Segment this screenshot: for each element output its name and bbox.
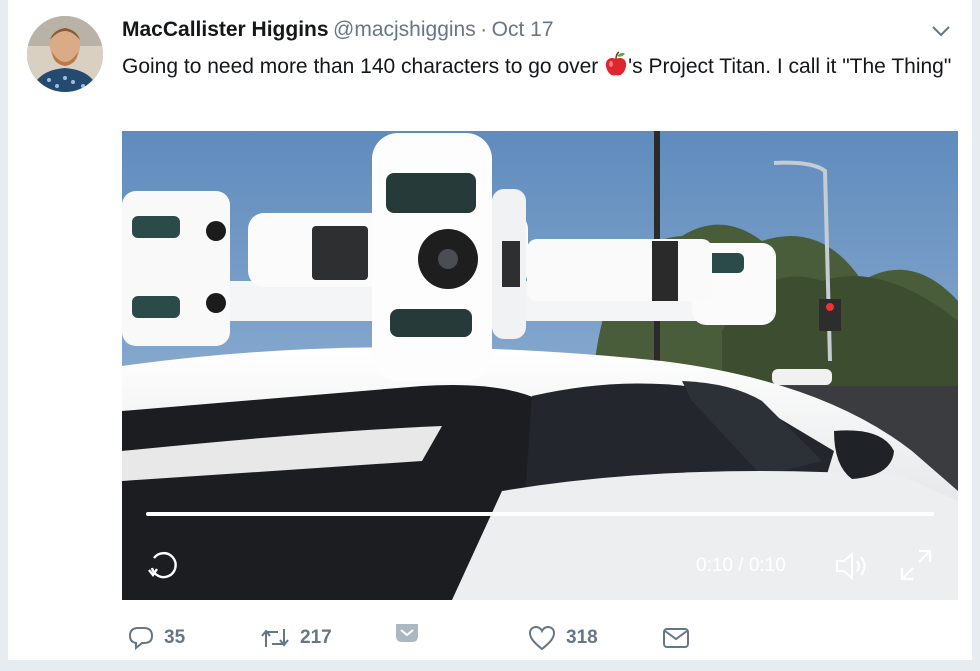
avatar-image	[27, 16, 103, 92]
volume-icon[interactable]	[834, 550, 870, 582]
tweet-card[interactable]: MacCallister Higgins @macjshiggins · Oct…	[8, 0, 972, 660]
reply-button[interactable]: 35	[128, 620, 185, 656]
video-progress-bar[interactable]	[146, 512, 934, 516]
retweet-icon	[261, 629, 289, 647]
video-frame	[122, 131, 958, 600]
tweet-text-after: 's Project Titan. I call it "The Thing"	[628, 55, 952, 78]
tweet-text: Going to need more than 140 characters t…	[122, 50, 952, 84]
red-apple-emoji-icon	[606, 51, 627, 76]
reply-count: 35	[164, 627, 186, 648]
tweet-text-before: Going to need more than 140 characters t…	[122, 55, 605, 78]
video-time: 0:10 / 0:10	[696, 555, 786, 576]
avatar[interactable]	[27, 16, 103, 92]
video-player[interactable]: 0:10 / 0:10	[122, 131, 958, 600]
share-button[interactable]	[662, 620, 690, 656]
author-name[interactable]: MacCallister Higgins	[122, 18, 329, 41]
tweet-header: MacCallister Higgins @macjshiggins · Oct…	[122, 18, 952, 48]
separator-dot: ·	[480, 18, 488, 41]
fullscreen-icon[interactable]	[898, 547, 934, 583]
direct-message-button[interactable]	[394, 616, 420, 652]
reply-icon	[128, 627, 154, 651]
tweet-date[interactable]: Oct 17	[492, 18, 554, 41]
retweet-count: 217	[300, 627, 332, 648]
like-button[interactable]: 318	[528, 620, 598, 656]
heart-icon	[528, 625, 556, 651]
envelope-icon	[663, 628, 689, 648]
author-handle[interactable]: @macjshiggins	[333, 18, 476, 41]
chevron-down-icon[interactable]	[930, 20, 952, 42]
direct-message-icon	[396, 624, 418, 642]
retweet-button[interactable]: 217	[260, 620, 332, 656]
like-count: 318	[566, 627, 598, 648]
tweet-actions: 35 217 318	[122, 620, 962, 656]
replay-icon[interactable]	[146, 548, 180, 582]
